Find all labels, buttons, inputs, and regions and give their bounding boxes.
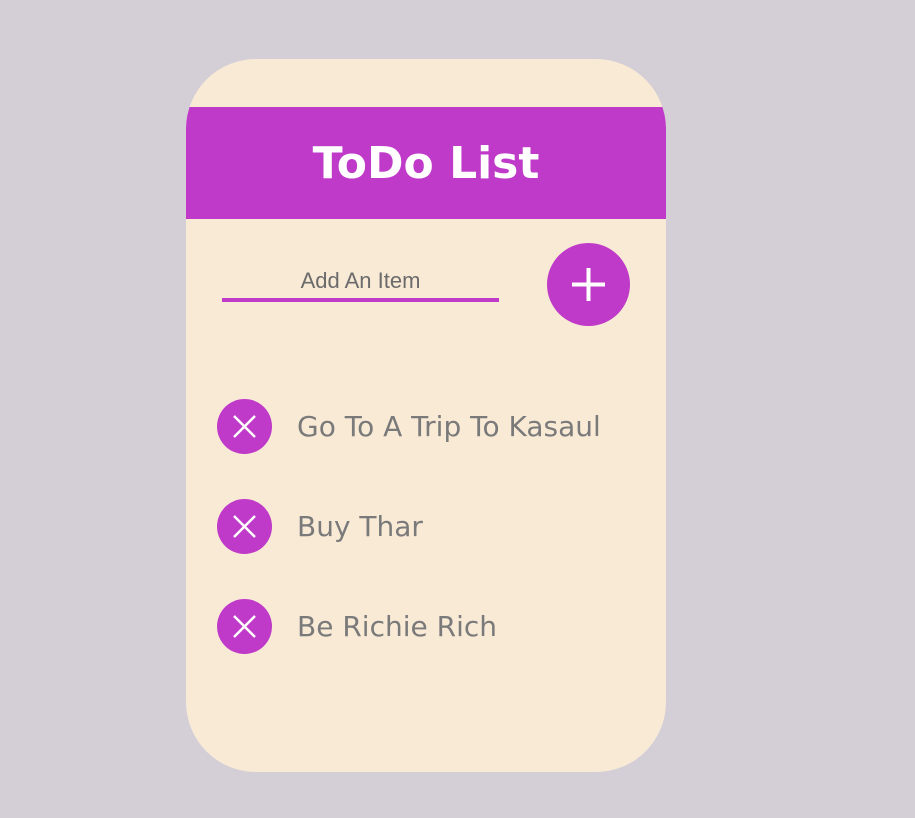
list-item: Buy Thar: [217, 498, 647, 554]
plus-icon: [572, 268, 605, 301]
todo-card: ToDo List Go To A Trip To Kasaul: [186, 59, 666, 772]
header: ToDo List: [186, 107, 666, 219]
list-item: Go To A Trip To Kasaul: [217, 398, 647, 454]
close-icon: [233, 614, 256, 638]
page-title: ToDo List: [312, 137, 540, 189]
list-item-text: Buy Thar: [297, 509, 423, 543]
list-item-text: Be Richie Rich: [297, 609, 497, 643]
delete-item-button[interactable]: [217, 398, 272, 454]
close-icon: [233, 414, 256, 438]
close-icon: [233, 514, 256, 538]
list-item: Be Richie Rich: [217, 598, 647, 654]
todo-list: Go To A Trip To Kasaul Buy Thar Be Richi…: [217, 398, 647, 698]
add-item-button[interactable]: [547, 243, 630, 326]
delete-item-button[interactable]: [217, 598, 272, 654]
delete-item-button[interactable]: [217, 498, 272, 554]
add-item-input[interactable]: [222, 264, 499, 302]
list-item-text: Go To A Trip To Kasaul: [297, 409, 601, 443]
